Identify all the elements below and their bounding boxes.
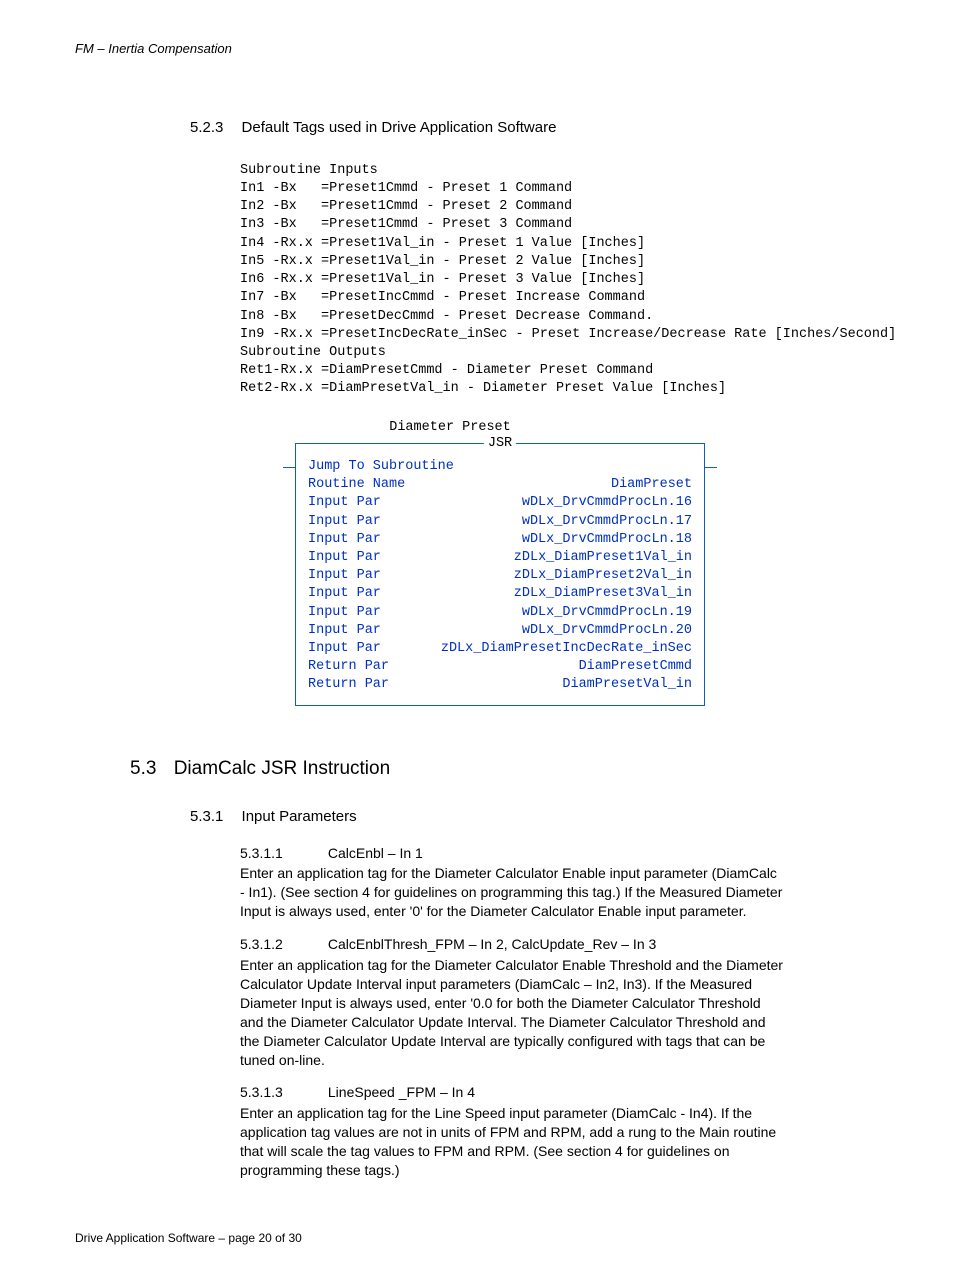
- jsr-box-label: JSR: [484, 435, 516, 453]
- heading-number: 5.3.1: [190, 807, 223, 827]
- section-body: Enter an application tag for the Diamete…: [240, 864, 784, 921]
- jsr-row: Input Par wDLx_DrvCmmdProcLn.19: [308, 604, 692, 622]
- jsr-row-value: zDLx_DiamPreset3Val_in: [514, 585, 692, 603]
- heading-number: 5.3: [130, 756, 156, 782]
- jsr-row-value: wDLx_DrvCmmdProcLn.16: [522, 494, 692, 512]
- section-number: 5.3.1.1: [240, 844, 324, 863]
- heading-title: DiamCalc JSR Instruction: [174, 758, 390, 779]
- jsr-row-value: wDLx_DrvCmmdProcLn.20: [522, 622, 692, 640]
- jsr-row-label: Input Par: [308, 585, 381, 603]
- jsr-row: Routine Name DiamPreset: [308, 476, 692, 494]
- heading-number: 5.2.3: [190, 118, 223, 138]
- page-footer: Drive Application Software – page 20 of …: [75, 1230, 894, 1246]
- section-5-3-1-1: 5.3.1.1 CalcEnbl – In 1 Enter an applica…: [240, 844, 784, 922]
- section-body: Enter an application tag for the Diamete…: [240, 956, 784, 1069]
- jsr-row-label: Input Par: [308, 604, 381, 622]
- section-title: LineSpeed _FPM – In 4: [328, 1084, 475, 1100]
- jsr-row: Input Par zDLx_DiamPreset1Val_in: [308, 549, 692, 567]
- subroutine-code-block: Subroutine Inputs In1 -Bx =Preset1Cmmd -…: [240, 162, 894, 399]
- jsr-row-label: Return Par: [308, 676, 389, 694]
- jsr-row-label: Input Par: [308, 549, 381, 567]
- jsr-row: Return Par DiamPresetVal_in: [308, 676, 692, 694]
- heading-title: Default Tags used in Drive Application S…: [242, 119, 557, 136]
- heading-5-3: 5.3 DiamCalc JSR Instruction: [130, 756, 894, 782]
- section-title: CalcEnbl – In 1: [328, 845, 423, 861]
- jsr-row-value: wDLx_DrvCmmdProcLn.19: [522, 604, 692, 622]
- section-5-3-1-3: 5.3.1.3 LineSpeed _FPM – In 4 Enter an a…: [240, 1083, 784, 1179]
- jsr-row: Input Par wDLx_DrvCmmdProcLn.18: [308, 531, 692, 549]
- jsr-row-label: Return Par: [308, 658, 389, 676]
- jsr-row-label: Routine Name: [308, 476, 405, 494]
- page-header: FM – Inertia Compensation: [75, 40, 894, 58]
- jsr-row-label: Jump To Subroutine: [308, 458, 454, 476]
- jsr-row-value: zDLx_DiamPresetIncDecRate_inSec: [441, 640, 692, 658]
- section-title: CalcEnblThresh_FPM – In 2, CalcUpdate_Re…: [328, 936, 656, 952]
- section-5-3-1-2: 5.3.1.2 CalcEnblThresh_FPM – In 2, CalcU…: [240, 935, 784, 1069]
- jsr-row-value: DiamPresetCmmd: [579, 658, 692, 676]
- jsr-diagram: JSR Jump To SubroutineRoutine NameDiamPr…: [295, 443, 705, 706]
- jsr-row-label: Input Par: [308, 531, 381, 549]
- jsr-row-value: wDLx_DrvCmmdProcLn.18: [522, 531, 692, 549]
- heading-title: Input Parameters: [242, 808, 357, 825]
- jsr-row: Input Par zDLx_DiamPreset3Val_in: [308, 585, 692, 603]
- jsr-instruction-box: JSR Jump To SubroutineRoutine NameDiamPr…: [295, 443, 705, 706]
- jsr-row-label: Input Par: [308, 513, 381, 531]
- section-body: Enter an application tag for the Line Sp…: [240, 1104, 784, 1180]
- jsr-row-value: zDLx_DiamPreset2Val_in: [514, 567, 692, 585]
- jsr-row-label: Input Par: [308, 567, 381, 585]
- heading-5-2-3: 5.2.3 Default Tags used in Drive Applica…: [190, 118, 894, 138]
- jsr-row-value: wDLx_DrvCmmdProcLn.17: [522, 513, 692, 531]
- jsr-row-value: DiamPreset: [611, 476, 692, 494]
- jsr-row: Jump To Subroutine: [308, 458, 692, 476]
- diagram-title: Diameter Preset: [240, 419, 660, 437]
- jsr-row: Input Par wDLx_DrvCmmdProcLn.20: [308, 622, 692, 640]
- jsr-row: Input Par zDLx_DiamPreset2Val_in: [308, 567, 692, 585]
- jsr-row: Input Par wDLx_DrvCmmdProcLn.16: [308, 494, 692, 512]
- section-number: 5.3.1.3: [240, 1083, 324, 1102]
- section-number: 5.3.1.2: [240, 935, 324, 954]
- rung-connector-left: [283, 467, 295, 468]
- jsr-row: Return Par DiamPresetCmmd: [308, 658, 692, 676]
- jsr-row: Input Par zDLx_DiamPresetIncDecRate_inSec: [308, 640, 692, 658]
- jsr-row-label: Input Par: [308, 494, 381, 512]
- jsr-row-label: Input Par: [308, 622, 381, 640]
- jsr-row-label: Input Par: [308, 640, 381, 658]
- jsr-row-value: zDLx_DiamPreset1Val_in: [514, 549, 692, 567]
- rung-connector-right: [705, 467, 717, 468]
- jsr-row-value: DiamPresetVal_in: [562, 676, 692, 694]
- jsr-row: Input Par wDLx_DrvCmmdProcLn.17: [308, 513, 692, 531]
- heading-5-3-1: 5.3.1 Input Parameters: [190, 807, 894, 827]
